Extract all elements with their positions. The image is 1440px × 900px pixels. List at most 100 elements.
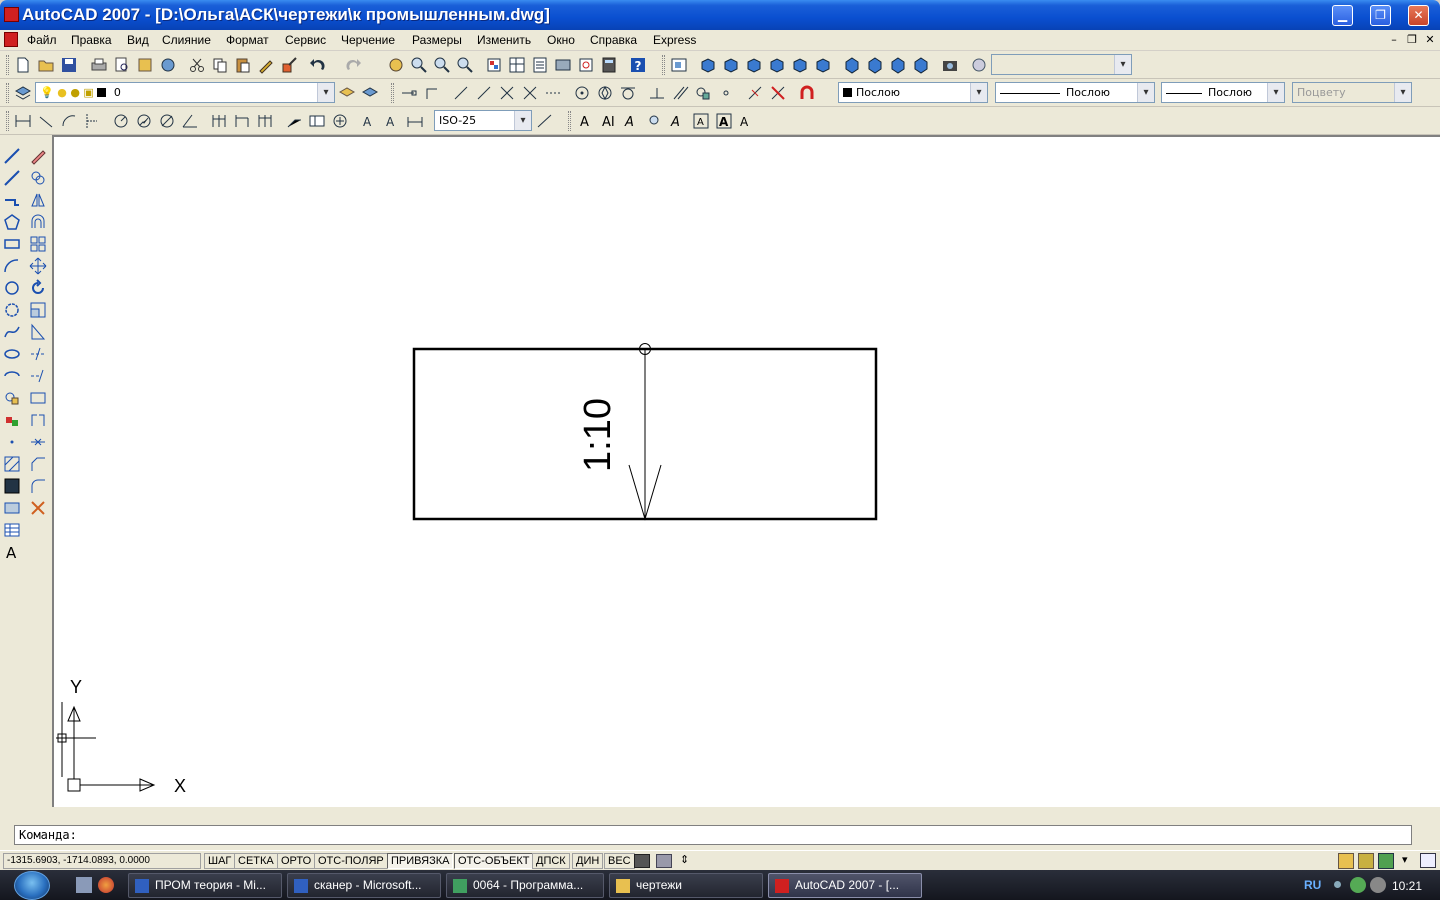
menu-edit[interactable]: Правка (71, 33, 112, 47)
toolbar-grip[interactable] (6, 55, 9, 75)
mtext-icon[interactable]: A (577, 112, 595, 130)
cut-icon[interactable] (188, 56, 206, 74)
color-combo[interactable]: Послою ▾ (838, 82, 988, 103)
dimstyle-manager-icon[interactable] (536, 112, 554, 130)
snap-insert-icon[interactable] (694, 84, 712, 102)
task-word-scanner[interactable]: сканер - Microsoft... (287, 873, 441, 898)
copy-icon[interactable] (211, 56, 229, 74)
dim-linear-icon[interactable] (14, 112, 32, 130)
snap-from-icon[interactable] (423, 84, 441, 102)
tray-antivirus-icon[interactable] (1350, 877, 1366, 893)
bottom-view-icon[interactable] (722, 56, 740, 74)
document-icon[interactable] (4, 32, 18, 47)
properties-icon[interactable] (485, 56, 503, 74)
toolbar-grip[interactable] (391, 83, 394, 103)
find-text-icon[interactable] (646, 112, 664, 130)
construction-line-icon[interactable] (3, 169, 21, 187)
menu-modify[interactable]: Изменить (477, 33, 531, 47)
zoom-previous-icon[interactable] (456, 56, 474, 74)
arc-icon[interactable] (3, 257, 21, 275)
lineweight-combo[interactable]: Послою ▾ (1161, 82, 1285, 103)
multiline-text-icon[interactable]: A (3, 543, 21, 562)
coordinates-readout[interactable]: -1315.6903, -1714.0893, 0.0000 (3, 853, 201, 869)
layer-previous-icon[interactable] (361, 84, 379, 102)
menu-view[interactable]: Вид (127, 33, 149, 47)
zoom-window-icon[interactable] (433, 56, 451, 74)
dim-update-icon[interactable] (406, 112, 424, 130)
dim-aligned-icon[interactable] (37, 112, 55, 130)
dtext-icon[interactable]: AI (600, 112, 618, 130)
scale-text-icon[interactable]: A (692, 112, 710, 130)
task-word-theory[interactable]: ПРОМ теория - Mi... (128, 873, 282, 898)
layer-manager-icon[interactable] (14, 84, 32, 102)
snap-parallel-icon[interactable] (671, 84, 689, 102)
snap-endpoint-icon[interactable] (400, 84, 418, 102)
doc-minimize-button[interactable]: – (1386, 32, 1402, 47)
dim-edit-icon[interactable]: A (360, 112, 378, 130)
hatch-icon[interactable] (3, 455, 21, 473)
justify-text-icon[interactable]: A (715, 112, 733, 130)
paste-icon[interactable] (234, 56, 252, 74)
status-ducs-button[interactable]: ДПСК (532, 853, 570, 869)
dim-diameter-icon[interactable] (158, 112, 176, 130)
clean-screen-icon[interactable] (1420, 853, 1436, 868)
zoom-realtime-icon[interactable] (410, 56, 428, 74)
table-icon[interactable] (3, 521, 21, 539)
toolbar-grip[interactable] (6, 111, 9, 131)
doc-restore-button[interactable]: ❐ (1404, 32, 1420, 47)
menu-format[interactable]: Формат (226, 33, 269, 47)
se-iso-view-icon[interactable] (866, 56, 884, 74)
design-center-icon[interactable] (508, 56, 526, 74)
communication-icon[interactable] (1358, 853, 1374, 869)
print-preview-icon[interactable] (113, 56, 131, 74)
explode-icon[interactable] (29, 499, 47, 517)
camera-icon[interactable] (941, 56, 959, 74)
menu-draw[interactable]: Черчение (341, 33, 395, 47)
tray-dot-icon[interactable] (1334, 881, 1341, 888)
line-icon[interactable] (3, 147, 21, 165)
trusted-icon[interactable] (1378, 853, 1394, 869)
point-icon[interactable] (3, 433, 21, 451)
help-icon[interactable]: ? (629, 56, 647, 74)
snap-apparent-icon[interactable] (498, 84, 516, 102)
text-style-icon[interactable]: A (669, 112, 687, 130)
ne-iso-view-icon[interactable] (889, 56, 907, 74)
sw-iso-view-icon[interactable] (843, 56, 861, 74)
gradient-icon[interactable] (3, 477, 21, 495)
dim-text-edit-icon[interactable]: A (383, 112, 401, 130)
snap-perpendicular-icon[interactable] (648, 84, 666, 102)
drawing-area[interactable]: 1:10 X Y (52, 135, 1440, 807)
center-mark-icon[interactable] (331, 112, 349, 130)
task-image-viewer[interactable]: 0064 - Программа... (446, 873, 604, 898)
layout-icon[interactable] (656, 854, 672, 868)
polygon-icon[interactable] (3, 213, 21, 231)
browser-icon[interactable] (98, 877, 114, 893)
ellipse-icon[interactable] (3, 345, 21, 363)
close-button[interactable]: ✕ (1408, 5, 1429, 26)
make-layer-current-icon[interactable] (338, 84, 356, 102)
dim-arc-icon[interactable] (60, 112, 78, 130)
calculator-icon[interactable] (600, 56, 618, 74)
snap-quadrant-icon[interactable] (596, 84, 614, 102)
command-input[interactable]: Команда: (14, 825, 1412, 845)
toolbar-grip[interactable] (568, 111, 571, 131)
menu-tools[interactable]: Сервис (285, 33, 326, 47)
snap-none-icon[interactable] (769, 84, 787, 102)
toolbar-grip[interactable] (662, 55, 665, 75)
open-folder-icon[interactable] (37, 56, 55, 74)
task-autocad[interactable]: AutoCAD 2007 - [... (768, 873, 922, 898)
dimstyle-combo[interactable]: ISO-25 ▾ (434, 110, 532, 131)
menu-dimension[interactable]: Размеры (412, 33, 462, 47)
block-editor-icon[interactable] (280, 56, 298, 74)
start-button[interactable] (14, 871, 50, 900)
language-indicator[interactable]: RU (1304, 878, 1321, 892)
clock[interactable]: 10:21 (1392, 879, 1422, 893)
minimize-button[interactable]: ▁ (1332, 5, 1353, 26)
spline-icon[interactable] (3, 323, 21, 341)
polyline-icon[interactable] (3, 191, 21, 209)
doc-close-button[interactable]: ✕ (1422, 32, 1438, 47)
dim-radius-icon[interactable] (112, 112, 130, 130)
pan-icon[interactable] (387, 56, 405, 74)
break-icon[interactable] (29, 411, 47, 429)
tool-palettes-icon[interactable] (531, 56, 549, 74)
